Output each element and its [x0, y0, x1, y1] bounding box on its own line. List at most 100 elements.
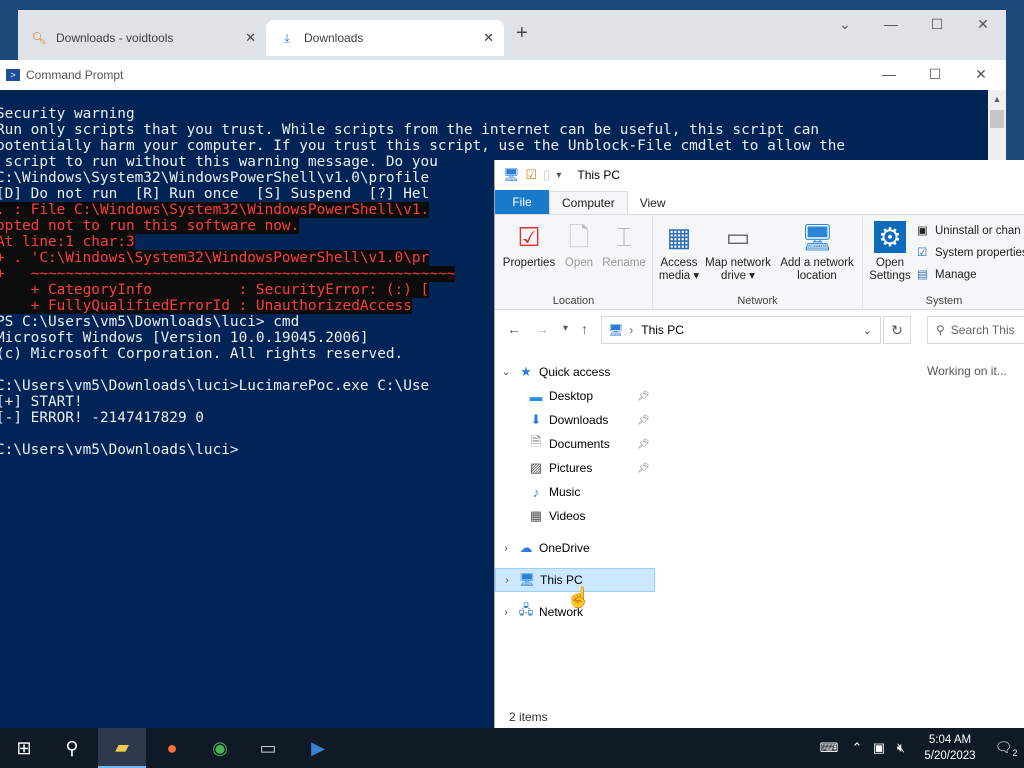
quick-access-toolbar: 🖥︎ ☑ ▯ ▾ — [503, 167, 567, 183]
pin-icon[interactable]: 📌︎ — [637, 415, 650, 426]
ribbon-group-system: ⚙ Open Settings ▣ Uninstall or chan ☑ Syst… — [863, 215, 1024, 309]
rename-button[interactable]: ⌶ Rename — [599, 221, 649, 270]
scroll-up-icon[interactable]: ▲ — [988, 90, 1006, 108]
computer-icon: 🖥︎ — [518, 572, 536, 587]
pin-icon[interactable]: 📌︎ — [637, 463, 650, 474]
chevron-down-icon[interactable]: ⌄ — [497, 367, 515, 378]
chrome-icon[interactable]: ◉ — [196, 728, 244, 768]
system-tray: ⌨ ⌃ ▣ 🔇︎ 5:04 AM 5/20/2023 🗨︎2 — [812, 728, 1024, 768]
uninstall-program-button[interactable]: ▣ Uninstall or chan — [917, 223, 1021, 237]
speaker-muted-icon[interactable]: 🔇︎ — [890, 740, 912, 756]
ribbon-group-location: ☑ Properties 🗋︎ Open ⌶ Rename Location — [495, 215, 653, 309]
pin-icon[interactable]: 📌︎ — [637, 439, 650, 450]
computer-icon: 🖥︎ — [503, 167, 520, 182]
desktop-icon: ▬ — [529, 388, 543, 404]
search-icon[interactable]: ⚲ — [48, 728, 96, 768]
breadcrumb-this-pc[interactable]: This PC — [641, 323, 684, 337]
search-icon: ⚲ — [936, 323, 945, 337]
loading-message: Working on it... — [927, 364, 1007, 378]
scroll-thumb[interactable] — [990, 110, 1004, 128]
add-network-location-button[interactable]: 🖥︎ Add a network location — [777, 221, 857, 283]
mouse-cursor-hand-icon: ☝ — [566, 587, 591, 609]
rename-icon: ⌶ — [616, 222, 632, 252]
tab-view[interactable]: View — [628, 192, 678, 214]
properties-check-icon: ☑ — [517, 222, 541, 252]
search-input[interactable]: ⚲ Search This — [927, 316, 1024, 344]
maximize-button[interactable]: ☐ — [912, 66, 958, 83]
time-text: 5:04 AM — [928, 734, 972, 746]
refresh-button[interactable]: ↻ — [883, 316, 911, 344]
keyboard-icon[interactable]: ⌨ — [812, 740, 846, 756]
back-arrow-icon[interactable]: ← — [507, 321, 521, 337]
powershell-icon[interactable]: ▶ — [294, 728, 342, 768]
maximize-button[interactable]: ☐ — [914, 16, 960, 33]
film-icon: ▦ — [529, 508, 543, 523]
address-bar-row: ← → ▾ ↑ 🖥︎ › This PC ⌄ ↻ ⚲ Search This — [495, 310, 1024, 348]
minimize-button[interactable]: — — [866, 66, 912, 83]
open-settings-button[interactable]: ⚙ Open Settings — [867, 221, 913, 283]
new-tab-button[interactable]: + — [516, 22, 528, 45]
minimize-button[interactable]: — — [868, 16, 914, 33]
cloud-icon: ☁ — [519, 540, 533, 555]
network-drive-icon: ▭ — [725, 222, 751, 252]
chevron-right-icon[interactable]: › — [498, 575, 516, 586]
firefox-icon[interactable]: ● — [148, 728, 196, 768]
nav-item-onedrive[interactable]: › ☁ OneDrive — [495, 536, 655, 560]
open-file-icon: 🗋︎ — [568, 222, 590, 252]
nav-item-downloads[interactable]: ⬇ Downloads 📌︎ — [495, 408, 655, 432]
pin-icon[interactable]: 📌︎ — [637, 391, 650, 402]
tab-file[interactable]: File — [495, 190, 549, 214]
network-status-icon[interactable]: ▣ — [868, 740, 890, 756]
chevron-right-icon[interactable]: › — [497, 543, 515, 554]
tab-computer[interactable]: Computer — [549, 191, 628, 214]
recent-locations-icon[interactable]: ▾ — [563, 323, 568, 334]
terminal-icon[interactable]: ▭ — [244, 728, 292, 768]
gear-icon: ⚙ — [874, 221, 906, 253]
tab-search-icon[interactable]: ⌄ — [822, 16, 868, 33]
access-media-button[interactable]: ▦ Access media ▾ — [657, 221, 701, 283]
new-folder-icon[interactable]: ▯ — [543, 167, 550, 183]
nav-item-desktop[interactable]: ▬ Desktop 📌︎ — [495, 384, 655, 408]
map-network-drive-button[interactable]: ▭ Map network drive ▾ — [703, 221, 773, 283]
console-line: + CategoryInfo : SecurityError: (:) [ — [0, 282, 430, 298]
console-line: potentially harm your computer. If you t… — [0, 138, 846, 154]
ribbon-tabs: File Computer View — [495, 190, 1024, 214]
close-button[interactable]: ✕ — [960, 16, 1006, 33]
properties-button[interactable]: ☑ Properties — [501, 221, 557, 270]
browser-tab-voidtools[interactable]: 🔍︎ Downloads - voidtools ✕ — [18, 20, 266, 56]
console-line: + FullyQualifiedErrorId : UnauthorizedAc… — [0, 298, 412, 314]
chevron-right-icon[interactable]: › — [497, 607, 515, 618]
file-explorer-folder-icon[interactable]: ▰ — [98, 728, 146, 768]
clock[interactable]: 5:04 AM 5/20/2023 — [912, 732, 988, 764]
nav-item-documents[interactable]: 🗎︎ Documents 📌︎ — [495, 432, 655, 456]
status-bar-item-count: 2 items — [495, 706, 1024, 728]
tab-title: Downloads - voidtools — [56, 31, 174, 45]
manage-button[interactable]: ▤ Manage — [917, 267, 977, 281]
forward-arrow-icon[interactable]: → — [535, 321, 549, 337]
browser-tab-downloads[interactable]: ⤓ Downloads ✕ — [266, 20, 504, 56]
close-icon[interactable]: ✕ — [483, 30, 494, 46]
open-button[interactable]: 🗋︎ Open — [557, 221, 601, 270]
picture-icon: ▨ — [529, 460, 543, 475]
nav-item-videos[interactable]: ▦ Videos — [495, 504, 655, 528]
chevron-down-icon[interactable]: ▾ — [556, 170, 561, 181]
properties-check-icon[interactable]: ☑ — [526, 167, 538, 183]
nav-item-music[interactable]: ♪ Music — [495, 480, 655, 504]
up-arrow-icon[interactable]: ↑ — [581, 321, 588, 337]
close-button[interactable]: ✕ — [958, 66, 1004, 83]
chevron-up-icon[interactable]: ⌃ — [846, 740, 868, 756]
chevron-down-icon[interactable]: ⌄ — [863, 324, 872, 337]
powershell-icon: > — [6, 69, 20, 81]
nav-item-pictures[interactable]: ▨ Pictures 📌︎ — [495, 456, 655, 480]
system-properties-button[interactable]: ☑ System properties — [917, 245, 1024, 259]
music-note-icon: ♪ — [532, 484, 540, 500]
close-icon[interactable]: ✕ — [245, 30, 256, 46]
explorer-titlebar[interactable]: 🖥︎ ☑ ▯ ▾ This PC — [495, 160, 1024, 190]
start-windows-icon[interactable]: ⊞ — [0, 728, 48, 768]
cmd-titlebar[interactable]: > Command Prompt — [0, 60, 1006, 90]
ribbon: ☑ Properties 🗋︎ Open ⌶ Rename Location ▦… — [495, 214, 1024, 310]
download-arrow-icon: ⬇ — [530, 412, 542, 427]
notifications-icon[interactable]: 🗨︎2 — [988, 739, 1024, 758]
nav-item-quick-access[interactable]: ⌄ ★ Quick access — [495, 360, 655, 384]
address-bar[interactable]: 🖥︎ › This PC ⌄ — [601, 316, 881, 344]
